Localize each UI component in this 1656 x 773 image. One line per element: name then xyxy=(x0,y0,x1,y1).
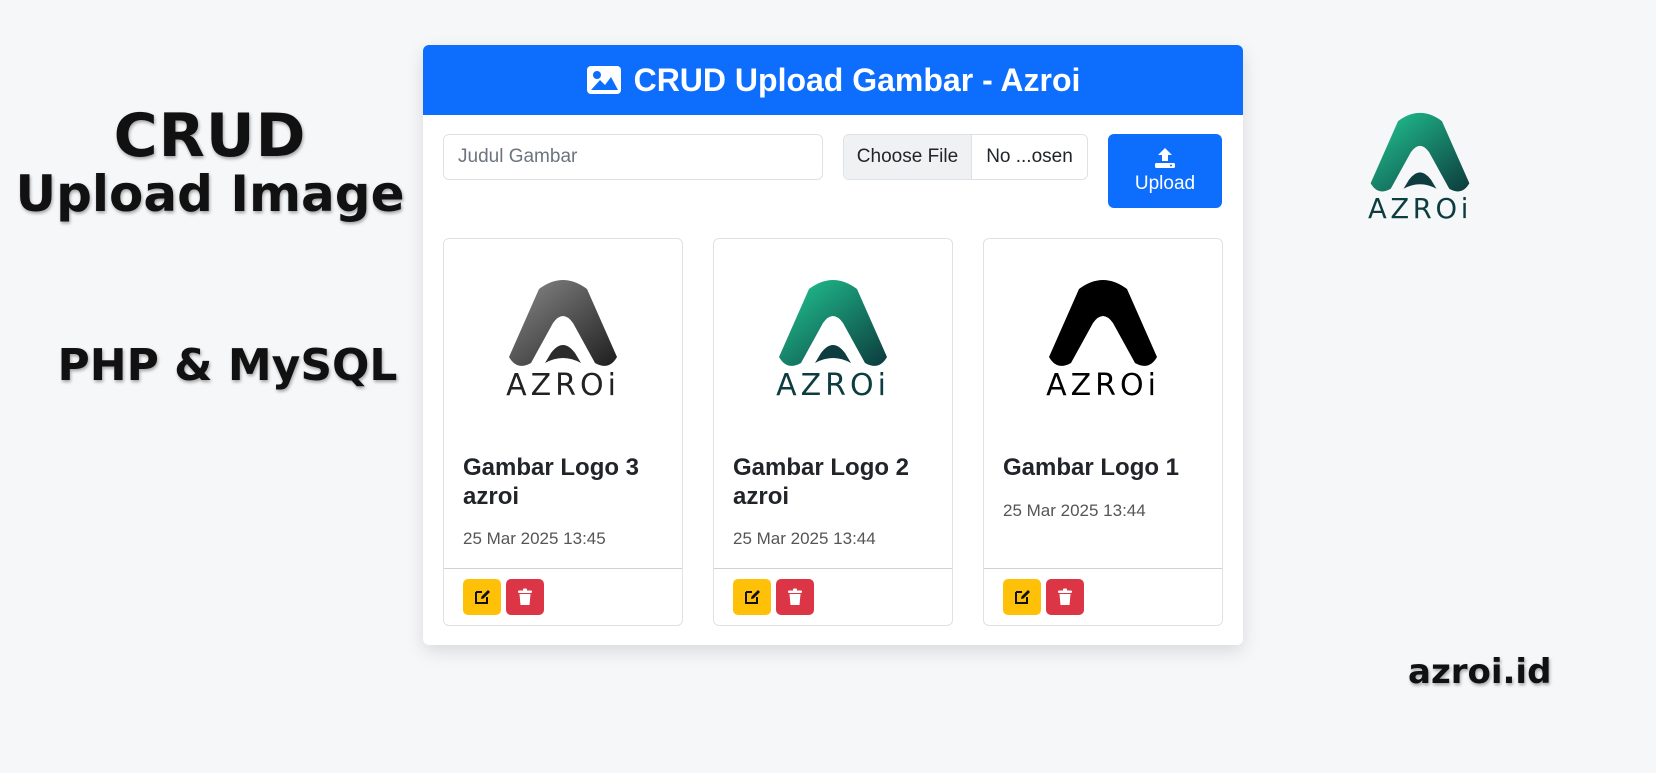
app-title: CRUD Upload Gambar - Azroi xyxy=(633,61,1081,98)
promo-title-line1: CRUD xyxy=(113,101,307,171)
azroi-brand-logo: AZROi xyxy=(1368,112,1472,222)
card-footer xyxy=(714,568,952,625)
card-image: AZROi xyxy=(714,239,952,439)
upload-icon xyxy=(1155,148,1175,168)
image-title-input[interactable] xyxy=(443,134,823,180)
edit-icon xyxy=(745,590,760,604)
edit-icon xyxy=(475,590,490,604)
card-date: 25 Mar 2025 13:44 xyxy=(733,529,876,548)
trash-icon xyxy=(1058,588,1072,605)
card-title: Gambar Logo 2 azroi xyxy=(733,454,910,510)
svg-text:AZROi: AZROi xyxy=(776,368,890,399)
crud-app-card: CRUD Upload Gambar - Azroi Choose File N… xyxy=(423,45,1243,645)
choose-file-button[interactable]: Choose File xyxy=(844,135,972,179)
card-image: AZROi xyxy=(984,239,1222,439)
card-date: 25 Mar 2025 13:44 xyxy=(1003,501,1146,520)
edit-button[interactable] xyxy=(1003,579,1041,615)
file-chooser[interactable]: Choose File No ...osen xyxy=(843,134,1088,180)
delete-button[interactable] xyxy=(506,579,544,615)
delete-button[interactable] xyxy=(776,579,814,615)
card-title: Gambar Logo 3 azroi xyxy=(463,454,640,510)
svg-text:AZROi: AZROi xyxy=(1368,194,1472,222)
image-card: AZROi Gambar Logo 2 azroi 25 Mar 2025 13… xyxy=(713,238,953,626)
promo-subtitle: PHP & MySQL xyxy=(57,340,398,391)
azroi-logo-image: AZROi xyxy=(1046,280,1160,399)
promo-title-line2: Upload Image xyxy=(15,165,405,223)
upload-form: Choose File No ...osen Upload xyxy=(423,115,1243,225)
delete-button[interactable] xyxy=(1046,579,1084,615)
upload-button-label: Upload xyxy=(1134,173,1196,194)
card-footer xyxy=(444,568,682,625)
svg-text:AZROi: AZROi xyxy=(1046,368,1160,399)
azroi-logo-image: AZROi xyxy=(506,280,620,399)
upload-button[interactable]: Upload xyxy=(1108,134,1222,208)
image-icon xyxy=(586,66,621,94)
trash-icon xyxy=(518,588,532,605)
card-footer xyxy=(984,568,1222,625)
card-title: Gambar Logo 1 xyxy=(1003,454,1180,481)
edit-icon xyxy=(1015,590,1030,604)
card-date: 25 Mar 2025 13:45 xyxy=(463,529,606,548)
image-card: AZROi Gambar Logo 3 azroi 25 Mar 2025 13… xyxy=(443,238,683,626)
image-gallery: AZROi Gambar Logo 3 azroi 25 Mar 2025 13… xyxy=(443,238,1223,626)
trash-icon xyxy=(788,588,802,605)
app-header: CRUD Upload Gambar - Azroi xyxy=(423,45,1243,115)
edit-button[interactable] xyxy=(463,579,501,615)
promo-title: CRUD Upload Image xyxy=(0,106,420,222)
svg-text:AZROi: AZROi xyxy=(506,368,620,399)
edit-button[interactable] xyxy=(733,579,771,615)
image-card: AZROi Gambar Logo 1 25 Mar 2025 13:44 xyxy=(983,238,1223,626)
file-name-label: No ...osen xyxy=(986,146,1073,167)
card-image: AZROi xyxy=(444,239,682,439)
site-url: azroi.id xyxy=(1408,652,1552,692)
azroi-logo-image: AZROi xyxy=(776,280,890,399)
